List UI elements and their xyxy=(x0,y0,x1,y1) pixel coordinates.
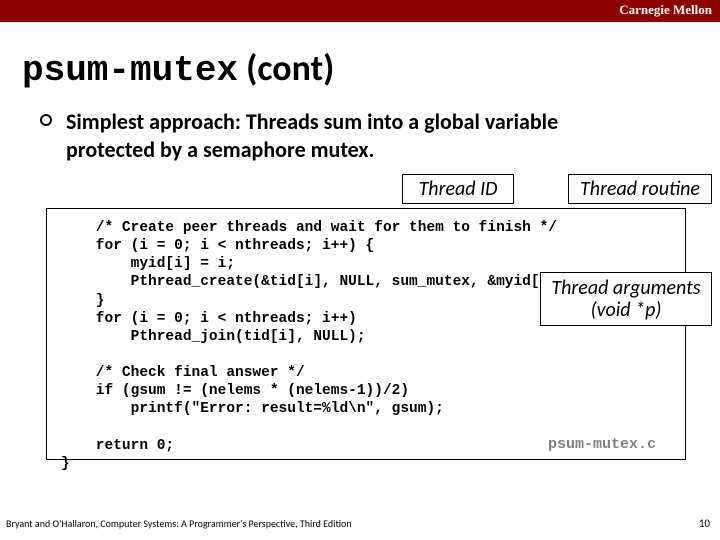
title-rest: (cont) xyxy=(238,46,334,90)
slide: Carnegie Mellon psum-mutex (cont) Simple… xyxy=(0,0,720,540)
brand-text: Carnegie Mellon xyxy=(619,2,712,18)
callout-thread-args: Thread arguments (void *p) xyxy=(540,272,712,326)
callout-thread-id: Thread ID xyxy=(402,174,514,204)
bullet-item: Simplest approach: Threads sum into a gl… xyxy=(40,108,626,163)
code-block: /* Create peer threads and wait for them… xyxy=(46,208,686,460)
slide-title: psum-mutex (cont) xyxy=(22,46,334,91)
title-code: psum-mutex xyxy=(22,50,238,91)
page-number: 10 xyxy=(699,517,710,530)
footer-text: Bryant and O'Hallaron, Computer Systems:… xyxy=(6,517,352,530)
top-bar: Carnegie Mellon xyxy=(0,0,720,22)
callout-thread-routine: Thread routine xyxy=(568,174,712,204)
source-file-label: psum-mutex.c xyxy=(548,436,656,453)
callout-args-line2: (void *p) xyxy=(549,299,703,321)
callout-args-line1: Thread arguments xyxy=(549,277,703,299)
bullet-icon xyxy=(40,114,52,126)
bullet-text: Simplest approach: Threads sum into a gl… xyxy=(66,108,626,163)
